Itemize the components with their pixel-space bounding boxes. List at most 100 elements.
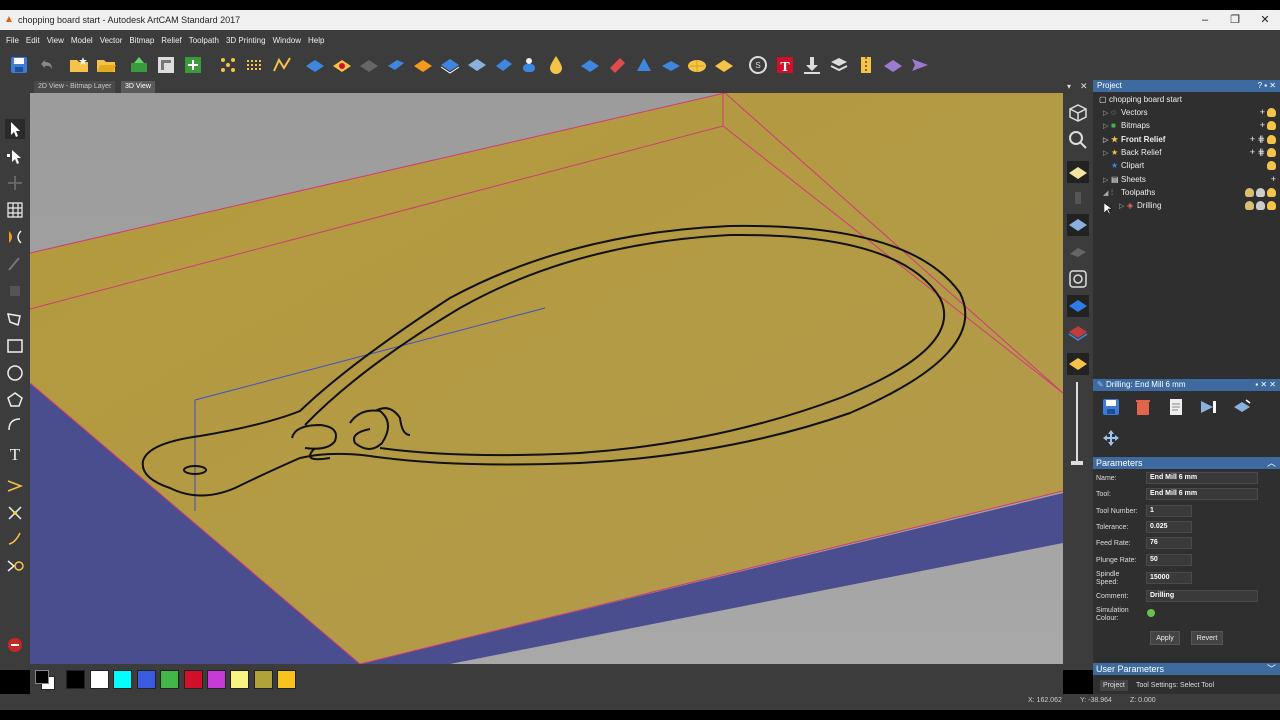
tree-item-bitmaps[interactable]: ▷ ■ Bitmaps	[1103, 119, 1150, 132]
menu-help[interactable]: Help	[308, 36, 324, 45]
spin-icon[interactable]	[412, 54, 434, 76]
shapes-icon[interactable]	[1067, 268, 1089, 290]
drilling-actions[interactable]	[1243, 200, 1276, 211]
3d-viewport[interactable]	[30, 93, 1063, 664]
tree-item-front-relief[interactable]: ▷ ★ Front Relief	[1103, 133, 1165, 146]
menu-view[interactable]: View	[47, 36, 64, 45]
zip-icon[interactable]	[855, 54, 877, 76]
comment-field[interactable]: Drilling	[1146, 590, 1258, 602]
relief-view-icon[interactable]	[1067, 161, 1089, 183]
move-icon[interactable]	[1100, 427, 1122, 449]
parameters-header[interactable]: Parameters ︿	[1093, 457, 1280, 469]
bitmaps-actions[interactable]: +	[1260, 120, 1276, 131]
zoom-slider-handle[interactable]	[1071, 461, 1083, 465]
extrude-icon[interactable]	[385, 54, 407, 76]
swatch-magenta[interactable]	[207, 670, 226, 689]
dotted-grid-icon[interactable]	[244, 54, 266, 76]
zoom-slider[interactable]	[1076, 382, 1078, 464]
collapse-icon[interactable]: ︿	[1267, 457, 1276, 469]
drop-icon[interactable]	[545, 54, 567, 76]
panel-controls[interactable]: ? ▪ ✕	[1258, 80, 1276, 92]
plunge-rate-field[interactable]: 50	[1146, 554, 1192, 566]
relief-shape-icon[interactable]	[304, 54, 326, 76]
arc-tool-icon[interactable]	[5, 415, 25, 435]
model-size-icon[interactable]	[155, 54, 177, 76]
circle-tool-icon[interactable]	[5, 363, 25, 383]
menu-toolpath[interactable]: Toolpath	[189, 36, 219, 45]
tab-project[interactable]: Project	[1100, 680, 1128, 691]
vectors-actions[interactable]: +	[1260, 107, 1276, 118]
maximize-button[interactable]: ❐	[1220, 10, 1250, 30]
swatch-red[interactable]	[184, 670, 203, 689]
toolpath-2d-icon[interactable]	[579, 54, 601, 76]
menu-3d-printing[interactable]: 3D Printing	[226, 36, 266, 45]
rectangle-tool-icon[interactable]	[5, 336, 25, 356]
minimize-button[interactable]: –	[1190, 10, 1220, 30]
name-field[interactable]: End Mill 6 mm	[1146, 472, 1258, 484]
zoom-icon[interactable]	[1067, 129, 1089, 151]
text-tool-icon[interactable]: T	[774, 54, 796, 76]
polyline-tool-icon[interactable]	[5, 309, 25, 329]
polygon-tool-icon[interactable]	[5, 390, 25, 410]
user-parameters-header[interactable]: User Parameters ﹀	[1093, 663, 1280, 675]
sheets-actions[interactable]: +	[1271, 174, 1276, 184]
apply-button[interactable]: Apply	[1150, 631, 1180, 645]
layers-icon[interactable]	[828, 54, 850, 76]
dropdown-arrow-icon[interactable]: ▾	[1067, 82, 1071, 91]
simulation-colour-swatch[interactable]	[1147, 609, 1155, 617]
red-layer-icon[interactable]	[1067, 321, 1089, 343]
bake-icon[interactable]	[713, 54, 735, 76]
new-folder-icon[interactable]	[68, 54, 90, 76]
feed-rate-field[interactable]: 76	[1146, 537, 1192, 549]
grid-icon[interactable]	[5, 200, 25, 220]
simulate-icon[interactable]	[882, 54, 904, 76]
spindle-speed-field[interactable]: 15000	[1146, 572, 1192, 584]
menu-model[interactable]: Model	[71, 36, 93, 45]
relief-layer-view-icon[interactable]	[1067, 214, 1089, 236]
collapse-arrow-icon[interactable]: ◢	[1103, 187, 1111, 200]
panel-controls[interactable]: ▪ ✕ ✕	[1255, 379, 1276, 391]
relief-add-icon[interactable]	[331, 54, 353, 76]
smooth-icon[interactable]	[518, 54, 540, 76]
toolpaths-actions[interactable]	[1243, 187, 1276, 198]
swatch-black[interactable]	[66, 670, 85, 689]
eraser-icon[interactable]	[606, 54, 628, 76]
tree-item-vectors[interactable]: ▷ ◌ Vectors	[1103, 106, 1148, 119]
curve-icon[interactable]	[5, 529, 25, 549]
close-button[interactable]: ✕	[1250, 10, 1280, 30]
text-tool-icon[interactable]: T	[5, 443, 25, 463]
menu-bitmap[interactable]: Bitmap	[129, 36, 154, 45]
tool-field[interactable]: End Mill 6 mm	[1146, 488, 1258, 500]
tab-3d-view[interactable]: 3D View	[121, 81, 155, 93]
back-relief-actions[interactable]: + ⋕	[1250, 147, 1276, 158]
tree-item-toolpaths[interactable]: ◢ ⫶ Toolpaths	[1103, 186, 1155, 199]
viewport-canvas[interactable]	[30, 93, 1063, 664]
swatch-light-yellow[interactable]	[230, 670, 249, 689]
flat-relief-icon[interactable]	[660, 54, 682, 76]
clipart-actions[interactable]	[1265, 160, 1276, 171]
primary-secondary-colour[interactable]	[33, 668, 57, 690]
revert-button[interactable]: Revert	[1191, 631, 1223, 645]
mirror-icon[interactable]	[5, 227, 25, 247]
expand-icon[interactable]: ﹀	[1267, 663, 1276, 675]
tree-item-sheets[interactable]: ▷ ▤ Sheets	[1103, 173, 1146, 186]
add-icon[interactable]	[182, 54, 204, 76]
swatch-white[interactable]	[90, 670, 109, 689]
polyline-icon[interactable]	[271, 54, 293, 76]
tab-tool-settings[interactable]: Tool Settings: Select Tool	[1133, 680, 1217, 691]
two-rail-icon[interactable]	[439, 54, 461, 76]
swatch-cyan[interactable]	[113, 670, 132, 689]
view-cube-icon[interactable]	[1067, 102, 1089, 124]
notes-icon[interactable]	[1165, 396, 1187, 418]
swatch-olive[interactable]	[254, 670, 273, 689]
split-icon[interactable]	[5, 556, 25, 576]
close-view-icon[interactable]: ✕	[1080, 81, 1088, 92]
tree-item-drilling[interactable]: ▷ ◈ Drilling	[1119, 199, 1161, 212]
menu-window[interactable]: Window	[273, 36, 301, 45]
front-relief-actions[interactable]: + ⋕	[1250, 134, 1276, 145]
tolerance-field[interactable]: 0.025	[1146, 521, 1192, 533]
node-editing-icon[interactable]	[217, 54, 239, 76]
send-to-machine-icon[interactable]	[909, 54, 931, 76]
save-toolpath-icon[interactable]	[1100, 396, 1122, 418]
download-icon[interactable]	[801, 54, 823, 76]
